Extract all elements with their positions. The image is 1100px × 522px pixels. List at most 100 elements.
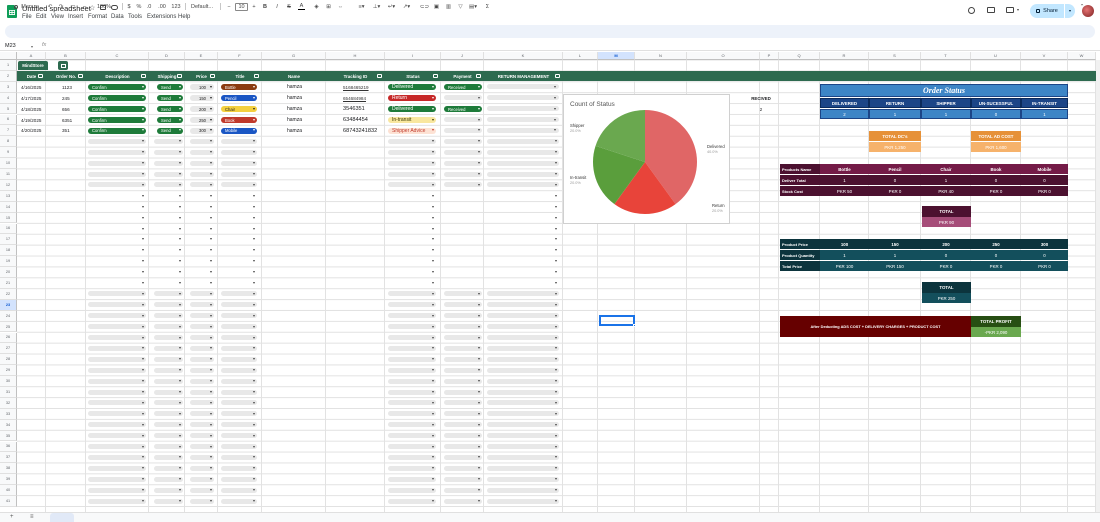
empty-dropdown[interactable] <box>487 487 559 493</box>
insert-comment-icon[interactable]: ▣ <box>433 1 440 12</box>
empty-dropdown[interactable] <box>221 498 257 504</box>
empty-dropdown[interactable] <box>88 335 146 340</box>
empty-dropdown[interactable] <box>444 367 482 373</box>
menu-edit[interactable]: Edit <box>36 14 46 20</box>
column-header-f[interactable]: F <box>218 52 262 60</box>
row-header-8[interactable]: 8 <box>0 136 17 148</box>
empty-dropdown[interactable] <box>487 291 559 297</box>
row-header-9[interactable]: 9 <box>0 147 17 159</box>
price-chip[interactable]: 250 <box>190 117 214 123</box>
row-header-25[interactable]: 25 <box>0 321 17 333</box>
empty-dropdown[interactable] <box>388 465 436 471</box>
empty-dropdown[interactable] <box>88 487 146 493</box>
cell-order-no[interactable]: 245 <box>62 95 70 102</box>
column-header-h[interactable]: H <box>326 52 385 60</box>
select-all-corner[interactable] <box>0 52 17 60</box>
strikethrough-button[interactable]: S <box>286 1 292 12</box>
empty-dropdown[interactable] <box>487 160 559 166</box>
vertical-align-icon[interactable]: ⊥▾ <box>372 1 381 12</box>
empty-dropdown[interactable] <box>221 291 257 297</box>
row-header-30[interactable]: 30 <box>0 376 17 387</box>
row-header-33[interactable]: 33 <box>0 408 17 420</box>
zoom-select[interactable]: 100% <box>95 1 113 12</box>
formula-input[interactable] <box>55 42 1095 50</box>
empty-dropdown[interactable] <box>88 389 146 395</box>
row-header-26[interactable]: 26 <box>0 332 17 344</box>
empty-dropdown[interactable] <box>444 400 482 406</box>
title-chip[interactable]: Mobile <box>221 127 257 134</box>
sheet-tab-active[interactable] <box>50 513 74 522</box>
cell-tracking-id[interactable]: 63484454 <box>343 117 368 124</box>
row-header-15[interactable]: 15 <box>0 212 17 224</box>
empty-dropdown[interactable] <box>388 302 436 308</box>
empty-dropdown[interactable] <box>221 465 257 471</box>
empty-dropdown[interactable] <box>388 444 436 449</box>
name-box-dropdown-icon[interactable] <box>31 46 33 48</box>
empty-dropdown[interactable] <box>444 138 482 144</box>
empty-dropdown[interactable] <box>487 182 559 188</box>
price-chip[interactable]: 100 <box>190 84 214 91</box>
functions-button[interactable]: Σ <box>484 1 491 12</box>
empty-dropdown[interactable] <box>444 422 482 428</box>
empty-dropdown[interactable] <box>221 400 257 406</box>
row-header-10[interactable]: 10 <box>0 158 17 169</box>
status-chip[interactable]: Delivered <box>388 106 436 113</box>
empty-dropdown[interactable] <box>388 454 436 460</box>
title-chip[interactable]: Chair <box>221 106 257 113</box>
row-header-31[interactable]: 31 <box>0 387 17 398</box>
filter-icon[interactable]: ▽ <box>457 1 464 12</box>
menu-file[interactable]: File <box>22 14 32 20</box>
row-header-4[interactable]: 4 <box>0 92 17 104</box>
empty-dropdown[interactable] <box>388 313 436 319</box>
empty-dropdown[interactable] <box>221 444 257 449</box>
empty-dropdown[interactable] <box>88 422 146 428</box>
paint-format-icon[interactable]: ⌐ <box>81 1 89 12</box>
row-header-24[interactable]: 24 <box>0 310 17 322</box>
column-header-a[interactable]: A <box>17 52 46 60</box>
increase-decimal-button[interactable]: .00 <box>157 1 167 12</box>
empty-dropdown[interactable] <box>221 171 257 177</box>
meet-icon[interactable] <box>1006 7 1014 13</box>
empty-dropdown[interactable] <box>444 444 482 449</box>
meet-dropdown-icon[interactable] <box>1017 9 1019 11</box>
empty-dropdown[interactable] <box>88 400 146 406</box>
empty-dropdown[interactable] <box>221 335 257 340</box>
more-formats-button[interactable]: 123 <box>170 1 182 12</box>
empty-dropdown[interactable] <box>444 433 482 439</box>
empty-dropdown[interactable] <box>487 313 559 319</box>
empty-dropdown[interactable] <box>388 411 436 417</box>
empty-dropdown[interactable] <box>221 313 257 319</box>
add-sheet-icon[interactable]: + <box>10 514 14 520</box>
title-chip[interactable]: Book <box>221 117 257 123</box>
empty-dropdown[interactable] <box>388 138 436 144</box>
empty-dropdown[interactable] <box>487 324 559 330</box>
font-select[interactable]: Default... <box>189 1 215 12</box>
empty-dropdown[interactable] <box>88 465 146 471</box>
print-icon[interactable]: ▭ <box>69 1 77 12</box>
shipping-chip[interactable]: Send <box>157 127 183 134</box>
return-chip-empty[interactable] <box>487 84 559 90</box>
status-chip[interactable]: Delivered <box>388 84 436 91</box>
merge-cells-icon[interactable]: ⇔ <box>337 1 344 12</box>
empty-dropdown[interactable] <box>88 291 146 297</box>
filter-icon[interactable] <box>210 74 215 78</box>
empty-dropdown[interactable] <box>487 400 559 406</box>
empty-dropdown[interactable] <box>88 313 146 319</box>
description-chip[interactable]: Confirm <box>88 127 146 134</box>
italic-button[interactable]: I <box>274 1 280 12</box>
row-header-3[interactable]: 3 <box>0 81 17 93</box>
empty-dropdown[interactable] <box>388 149 436 155</box>
cell-order-no[interactable]: 6351 <box>62 117 72 124</box>
filter-icon[interactable] <box>254 74 259 78</box>
row-header-34[interactable]: 34 <box>0 419 17 431</box>
empty-dropdown[interactable] <box>444 160 482 166</box>
empty-dropdown[interactable] <box>221 149 257 155</box>
header-name[interactable]: Name <box>262 71 326 81</box>
horizontal-align-icon[interactable]: ≡▾ <box>357 1 366 12</box>
description-chip[interactable]: Confirm <box>88 117 146 123</box>
empty-dropdown[interactable] <box>221 487 257 493</box>
empty-dropdown[interactable] <box>487 345 559 351</box>
empty-dropdown[interactable] <box>487 465 559 471</box>
undo-icon[interactable]: ↶ <box>46 1 54 12</box>
column-header-p[interactable]: P <box>760 52 779 60</box>
